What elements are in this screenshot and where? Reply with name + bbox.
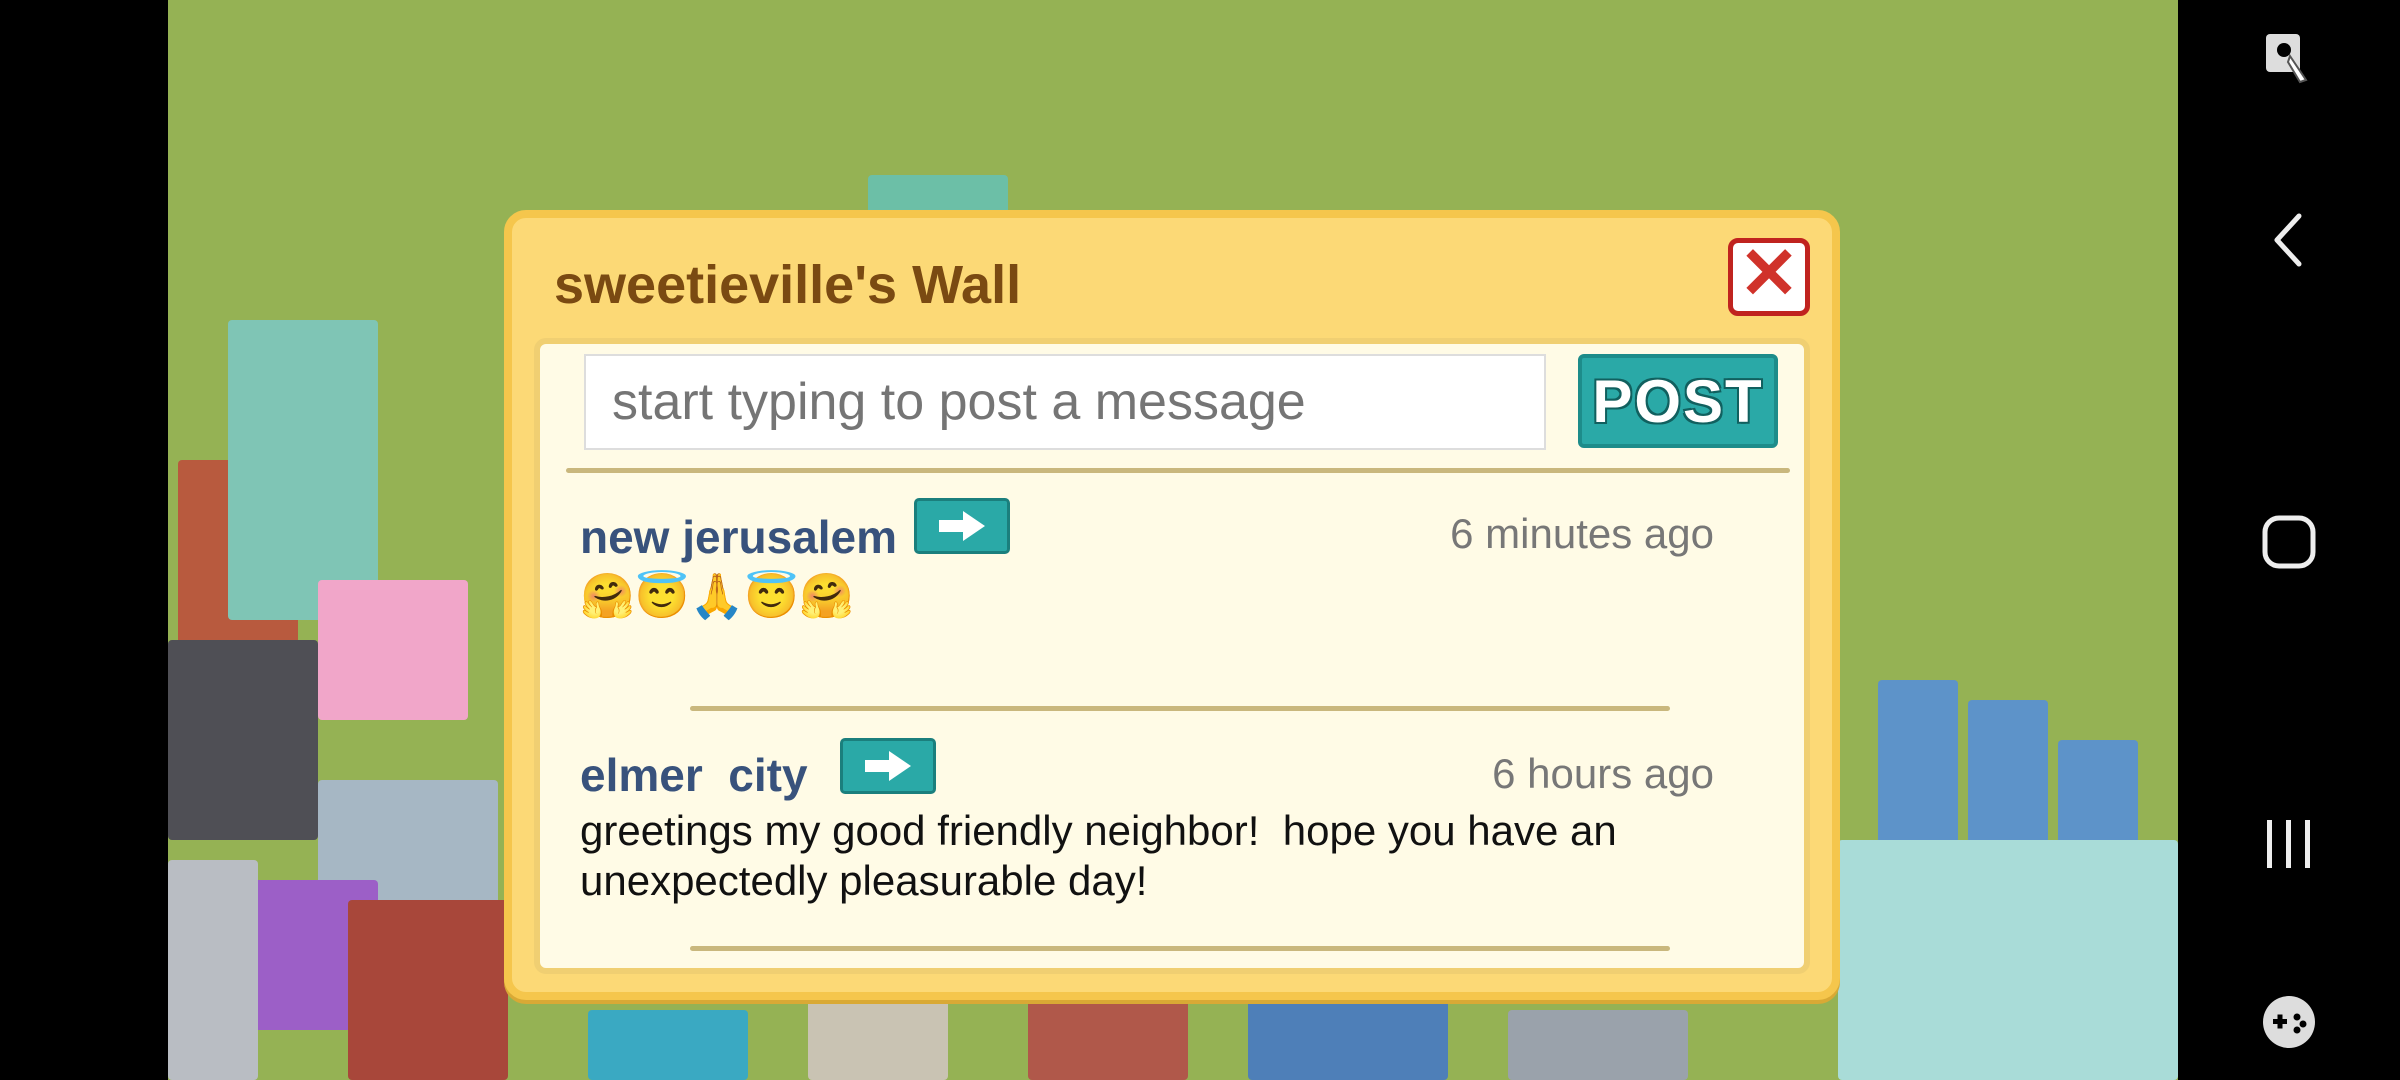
wall-dialog: sweetieville's Wall ✕ POST new jerusalem… [504,210,1840,1000]
post-body-line: unexpectedly pleasurable day! [580,857,1148,904]
back-icon [2274,213,2302,267]
city-buildings-bottom [508,990,1848,1080]
post-button[interactable]: POST [1578,354,1778,448]
divider [690,706,1670,711]
screenshot-touch-icon [2266,34,2308,84]
game-tools-button[interactable] [2178,990,2400,1054]
arrow-right-icon [865,751,911,781]
dialog-title: sweetieville's Wall [554,255,1022,315]
back-button[interactable] [2178,210,2400,270]
home-icon [2262,515,2316,569]
visit-city-button[interactable] [840,738,936,794]
recents-icon [2267,820,2310,868]
divider [690,946,1670,951]
message-input[interactable] [584,354,1546,450]
divider [566,468,1790,473]
post-time: 6 hours ago [1492,750,1714,797]
post-body-line: greetings my good friendly neighbor! hop… [580,807,1617,854]
post-time: 6 minutes ago [1450,510,1714,557]
system-nav-bar [2178,0,2400,1080]
home-button[interactable] [2178,510,2400,574]
city-buildings-right [1838,620,2178,1080]
close-button[interactable]: ✕ [1728,238,1810,316]
post-body: 🤗😇🙏😇🤗 [580,572,854,621]
visit-city-button[interactable] [914,498,1010,554]
game-tools-icon [2263,996,2315,1048]
post-author[interactable]: new jerusalem [580,510,897,564]
building-top [868,175,1008,215]
wall-panel: POST new jerusalem 6 minutes ago 🤗😇🙏😇🤗 e… [534,338,1810,974]
screenshot-touch-button[interactable] [2178,28,2400,88]
arrow-right-icon [939,511,985,541]
close-icon: ✕ [1738,234,1800,314]
post-author[interactable]: elmer city [580,748,808,802]
recents-button[interactable] [2178,812,2400,876]
city-buildings-left [168,300,508,1080]
